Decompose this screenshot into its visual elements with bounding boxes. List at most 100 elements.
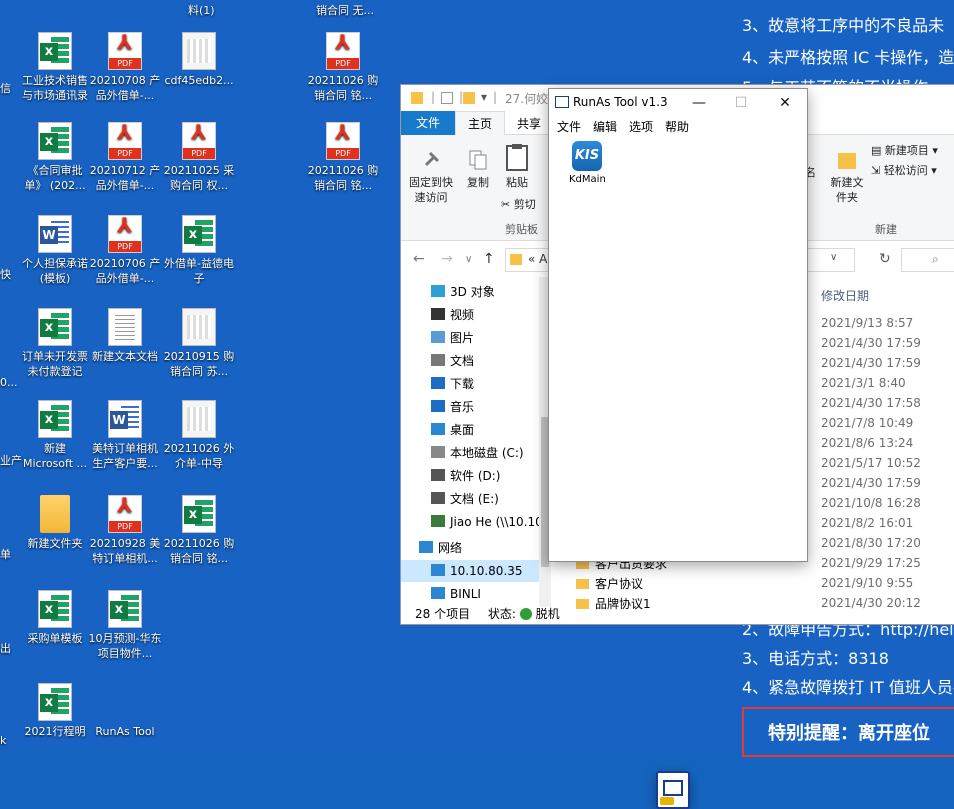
tree-item[interactable]: Jiao He (\\10.10: [431, 511, 543, 533]
tree-item[interactable]: BINLI: [431, 583, 481, 605]
tree-item[interactable]: 视频: [431, 304, 474, 326]
new-folder-button[interactable]: 新建文件夹: [827, 149, 867, 205]
back-arrow-icon[interactable]: ←: [413, 251, 425, 267]
img-file-icon: [182, 308, 216, 346]
chevron-down-icon[interactable]: ∨: [830, 252, 837, 263]
tree-item-icon: [431, 331, 445, 343]
tree-item[interactable]: 下载: [431, 373, 474, 395]
desktop-icon[interactable]: 外借单-益德电子: [162, 215, 236, 286]
xls-file-icon: [38, 122, 72, 160]
minimize-icon[interactable]: —: [689, 93, 709, 113]
desktop-icon[interactable]: 20210712 产品外借单-...: [88, 122, 162, 193]
desktop-icon[interactable]: 20211026 购销合同 铭...: [306, 32, 380, 103]
modified-date-cell: 2021/3/1 8:40: [821, 376, 906, 390]
desktop-icon[interactable]: 20211025 采购合同 权...: [162, 122, 236, 193]
notice-line: 3、故意将工序中的不良品未: [742, 16, 945, 35]
desktop-icon-label: 20211025 采购合同 权...: [163, 164, 235, 192]
maximize-icon[interactable]: ☐: [731, 93, 751, 113]
close-icon[interactable]: ✕: [775, 93, 795, 113]
separator-icon: |: [493, 90, 498, 104]
menu-file[interactable]: 文件: [557, 118, 581, 135]
desktop-icon-label: 20210706 产品外借单-...: [89, 257, 161, 285]
desktop-icon[interactable]: 新建文本文档: [88, 308, 162, 364]
tree-item[interactable]: 本地磁盘 (C:): [431, 442, 524, 464]
tree-item[interactable]: 音乐: [431, 396, 474, 418]
new-item-button[interactable]: ▤ 新建项目 ▾: [871, 143, 951, 158]
tree-item-label: 文档: [450, 354, 475, 368]
tree-item[interactable]: 文档: [431, 350, 474, 372]
desktop-icon[interactable]: 个人担保承诺(模板): [18, 215, 92, 286]
tab-share[interactable]: 共享: [517, 115, 541, 132]
tree-item-label: 音乐: [450, 400, 475, 414]
desktop-icon[interactable]: 20211026 购销合同 铭...: [306, 122, 380, 193]
tree-item[interactable]: 桌面: [431, 419, 474, 441]
desktop-icon[interactable]: 20210915 购销合同 苏...: [162, 308, 236, 379]
desktop-icon-label: RunAs Tool: [95, 725, 155, 738]
desktop-icon[interactable]: cdf45edb2...: [162, 32, 236, 88]
forward-arrow-icon[interactable]: →: [441, 251, 453, 267]
tree-item-icon: [431, 446, 445, 458]
new-folder-label: 新建文件夹: [830, 176, 864, 204]
up-arrow-icon[interactable]: ↑: [483, 251, 495, 267]
tree-item[interactable]: 网络: [419, 537, 462, 559]
kdmain-shortcut[interactable]: KIS KdMain: [569, 141, 606, 185]
pin-quick-access-button[interactable]: 固定到快速访问: [407, 149, 455, 205]
kis-icon: KIS: [572, 141, 602, 171]
desktop-icon[interactable]: 20211026 购销合同 铭...: [162, 495, 236, 566]
menu-edit[interactable]: 编辑: [593, 118, 617, 135]
tab-file[interactable]: 文件: [401, 111, 455, 135]
tree-item-icon: [431, 423, 445, 435]
chevron-down-icon[interactable]: ∨: [465, 254, 472, 265]
desktop-icon[interactable]: RunAs Tool: [88, 683, 690, 809]
menu-help[interactable]: 帮助: [665, 118, 689, 135]
desktop-icon[interactable]: 20210708 产品外借单-...: [88, 32, 162, 103]
folder-icon: [411, 92, 423, 104]
notice-line: 4、未严格按照 IC 卡操作，造: [742, 48, 954, 67]
desktop-icon-label: 采购单模板: [27, 632, 83, 645]
desktop-icon[interactable]: 采购单模板: [18, 590, 92, 646]
paste-button[interactable]: 粘贴: [501, 143, 533, 190]
desktop-icon-label: 新建 Microsoft ...: [22, 442, 88, 470]
desktop-label-fragment: 出: [0, 642, 11, 655]
new-item-icon: ▤: [871, 144, 882, 157]
menu-options[interactable]: 选项: [629, 118, 653, 135]
file-row[interactable]: 客户协议: [576, 575, 643, 593]
column-header-date[interactable]: 修改日期: [821, 287, 869, 304]
tree-item-icon: [419, 541, 433, 553]
doc-file-icon: [38, 215, 72, 253]
copy-button[interactable]: 复制: [463, 149, 493, 190]
tree-item-label: BINLI: [450, 587, 481, 601]
tree-item[interactable]: 图片: [431, 327, 474, 349]
chevron-down-icon[interactable]: ▾: [481, 90, 487, 104]
desktop-icon[interactable]: 2021行程明: [18, 683, 92, 739]
tab-home[interactable]: 主页: [455, 111, 505, 136]
desktop-icon[interactable]: 新建 Microsoft ...: [18, 400, 92, 471]
desktop-icon[interactable]: 《合同审批单》 (202...: [18, 122, 92, 193]
desktop-icon[interactable]: 20211026 外介单-中导: [162, 400, 236, 471]
desktop-icon[interactable]: 美特订单相机生产客户要...: [88, 400, 162, 471]
easy-access-button[interactable]: ⇲ 轻松访问 ▾: [871, 163, 951, 178]
notice-line: 3、电话方式：8318: [742, 649, 889, 668]
tree-item[interactable]: 3D 对象: [431, 281, 495, 303]
tree-item[interactable]: 文档 (E:): [431, 488, 499, 510]
runas-title: RunAs Tool v1.3: [573, 95, 668, 109]
tree-item[interactable]: 10.10.80.35: [401, 560, 539, 582]
desktop-icon[interactable]: 20210706 产品外借单-...: [88, 215, 162, 286]
desktop-icon-label: 美特订单相机生产客户要...: [92, 442, 158, 470]
pdf-file-icon: [108, 32, 142, 70]
checkbox-icon[interactable]: [441, 92, 453, 104]
desktop-icon[interactable]: 工业技术销售与市场通讯录: [18, 32, 92, 103]
desktop-icon[interactable]: 订单未开发票未付款登记: [18, 308, 92, 379]
desktop-icon[interactable]: 10月预测-华东项目物件...: [88, 590, 162, 661]
cut-button[interactable]: ✂ 剪切: [501, 197, 545, 212]
tree-item-icon: [431, 587, 445, 599]
address-path: « A: [528, 252, 548, 266]
runas-titlebar[interactable]: RunAs Tool v1.3 — ☐ ✕: [549, 89, 807, 117]
refresh-icon[interactable]: ↻: [879, 251, 891, 267]
tree-item[interactable]: 软件 (D:): [431, 465, 500, 487]
desktop-icon[interactable]: 新建文件夹: [18, 495, 92, 551]
tree-item-icon: [431, 400, 445, 412]
modified-date-cell: 2021/8/30 17:20: [821, 536, 921, 550]
search-input[interactable]: ⌕: [901, 248, 954, 272]
desktop-icon[interactable]: 20210928 美特订单相机...: [88, 495, 162, 566]
